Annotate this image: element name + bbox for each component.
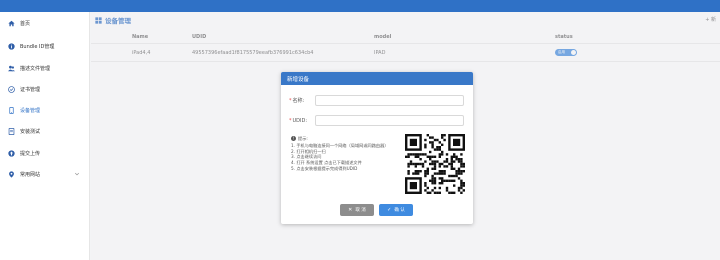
info-icon: ! (291, 136, 296, 142)
sidebar-item-websites[interactable]: 常用网站 (0, 165, 90, 183)
sidebar-item-label: 证书管理 (20, 86, 41, 93)
users-icon (8, 65, 15, 72)
name-input[interactable] (315, 95, 464, 106)
location-icon (8, 170, 15, 178)
tip-item: 5. 点击安装根据提示完成得到UDID (291, 165, 358, 171)
sidebar-item-upload[interactable]: 提交上传 (0, 144, 90, 162)
add-device-dialog: 新增设备 *名称: *UDID: ! 提示: 1. 手机与电脑连接同一个网络（局… (281, 72, 473, 224)
check-icon: ✓ (387, 207, 392, 213)
sidebar-item-label: 提交上传 (20, 150, 41, 157)
close-icon: ✕ (348, 207, 353, 213)
qr-code (405, 134, 465, 194)
mobile-icon (8, 106, 15, 114)
sidebar-item-bundle-id[interactable]: Bundle ID管理 (0, 37, 90, 55)
sidebar-item-label: 设备管理 (20, 107, 41, 114)
udid-label: *UDID: (289, 118, 308, 124)
tip-item: 1. 手机与电脑连接同一个网络（局域网或同路由器） (291, 142, 389, 148)
document-icon (8, 127, 15, 135)
tips-title: 提示: (298, 136, 308, 141)
chevron-down-icon[interactable] (74, 171, 80, 177)
udid-input[interactable] (315, 115, 464, 126)
info-circle-icon (8, 42, 15, 50)
sidebar-item-devices[interactable]: 设备管理 (0, 101, 90, 119)
sidebar-item-label: 首页 (20, 20, 31, 27)
name-label: *名称: (289, 98, 305, 104)
sidebar-item-label: 安装测试 (20, 128, 41, 135)
upload-icon (8, 149, 15, 157)
home-icon (8, 20, 15, 27)
check-circle-icon (8, 85, 15, 93)
tips-block: ! 提示: 1. 手机与电脑连接同一个网络（局域网或同路由器） 2. 打开相机扫… (291, 136, 401, 172)
sidebar-item-label: 描述文件管理 (20, 65, 51, 72)
confirm-button[interactable]: ✓ 确 认 (379, 204, 413, 216)
sidebar-item-certificates[interactable]: 证书管理 (0, 80, 90, 98)
sidebar-item-home[interactable]: 首页 (0, 14, 90, 32)
dialog-title: 新增设备 (281, 72, 473, 85)
cancel-button[interactable]: ✕ 取 消 (340, 204, 374, 216)
sidebar: 首页 Bundle ID管理 描述文件管理 证书管理 设备管理 安装测试 提交上… (0, 12, 90, 260)
sidebar-item-install-test[interactable]: 安装测试 (0, 122, 90, 140)
top-bar (0, 0, 720, 12)
sidebar-item-label: Bundle ID管理 (20, 43, 55, 50)
sidebar-item-label: 常用网站 (20, 171, 41, 178)
sidebar-item-profiles[interactable]: 描述文件管理 (0, 59, 90, 77)
